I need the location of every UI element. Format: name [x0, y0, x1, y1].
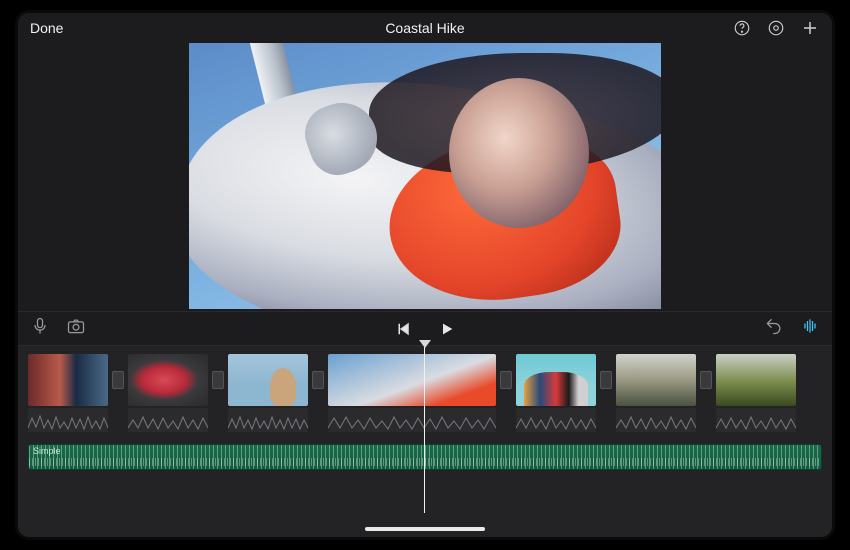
clip-3[interactable]: [228, 354, 308, 432]
settings-icon[interactable]: [766, 18, 786, 38]
camera-icon[interactable]: [66, 316, 86, 341]
home-indicator[interactable]: [365, 527, 485, 531]
transition-5[interactable]: [596, 354, 616, 406]
help-icon[interactable]: [732, 18, 752, 38]
clip-6[interactable]: [616, 354, 696, 432]
skip-back-icon[interactable]: [393, 319, 413, 339]
play-icon[interactable]: [437, 319, 457, 339]
transition-2[interactable]: [208, 354, 228, 406]
top-bar: Done Coastal Hike: [18, 13, 832, 43]
done-button[interactable]: Done: [30, 20, 63, 36]
clip-5[interactable]: [516, 354, 596, 432]
timeline[interactable]: Simple: [18, 345, 832, 537]
clip-1[interactable]: [28, 354, 108, 432]
transition-4[interactable]: [496, 354, 516, 406]
video-track[interactable]: [18, 354, 832, 440]
transition-6[interactable]: [696, 354, 716, 406]
microphone-icon[interactable]: [30, 316, 50, 341]
transition-1[interactable]: [108, 354, 128, 406]
undo-icon[interactable]: [764, 316, 784, 341]
transport-bar: [18, 311, 832, 345]
preview-area: [18, 43, 832, 311]
clip-2[interactable]: [128, 354, 208, 432]
project-title: Coastal Hike: [18, 20, 832, 36]
video-preview[interactable]: [189, 43, 661, 309]
audio-track[interactable]: Simple: [28, 444, 822, 470]
audio-levels-icon[interactable]: [800, 316, 820, 341]
video-editor-app: Done Coastal Hike: [15, 10, 835, 540]
audio-track-label: Simple: [33, 446, 61, 456]
transition-3[interactable]: [308, 354, 328, 406]
clip-7[interactable]: [716, 354, 796, 432]
add-media-icon[interactable]: [800, 18, 820, 38]
clip-4[interactable]: [328, 354, 496, 432]
